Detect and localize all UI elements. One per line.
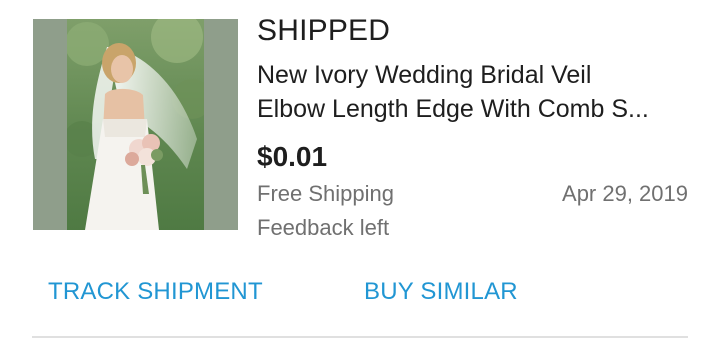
- product-thumbnail[interactable]: [33, 19, 238, 230]
- order-status: SHIPPED: [257, 14, 391, 47]
- buy-similar-button[interactable]: BUY SIMILAR: [364, 276, 518, 308]
- track-shipment-button[interactable]: TRACK SHIPMENT: [48, 276, 263, 308]
- item-title[interactable]: New Ivory Wedding Bridal Veil Elbow Leng…: [257, 58, 697, 126]
- item-price: $0.01: [257, 141, 328, 172]
- item-title-line-2: Elbow Length Edge With Comb S...: [257, 95, 649, 123]
- order-card[interactable]: SHIPPED New Ivory Wedding Bridal Veil El…: [0, 0, 720, 341]
- order-date: Apr 29, 2019: [562, 181, 688, 206]
- feedback-status: Feedback left: [257, 215, 390, 240]
- shipping-info: Free Shipping: [257, 181, 394, 206]
- bride-with-veil-photo: [67, 19, 204, 230]
- item-title-line-1: New Ivory Wedding Bridal Veil: [257, 61, 592, 89]
- divider: [32, 336, 688, 338]
